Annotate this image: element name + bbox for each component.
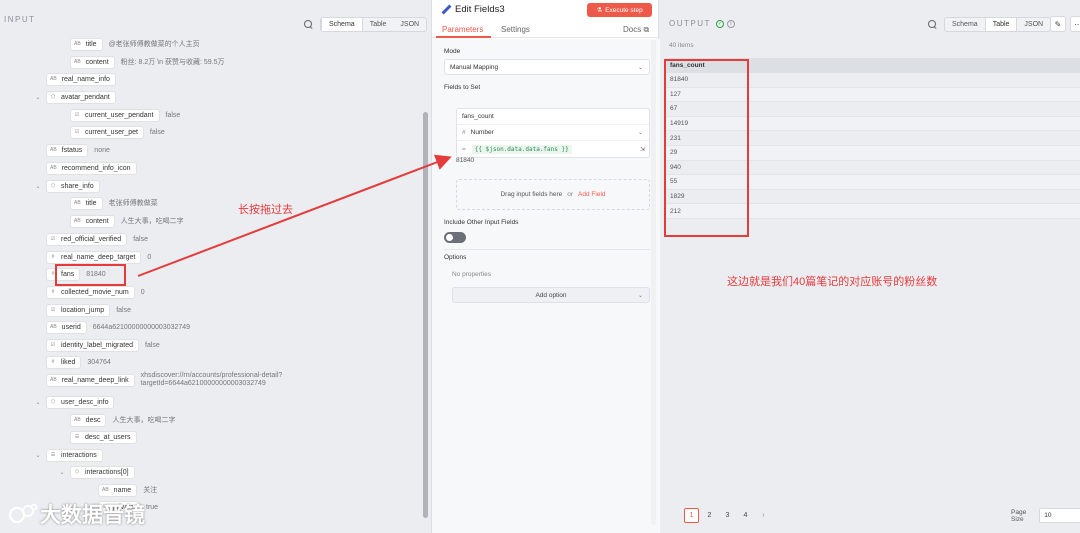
watermark: 大数据晋镜 <box>8 499 145 529</box>
drag-arrow <box>137 154 452 277</box>
arrow-line <box>137 154 452 277</box>
watermark-text: 大数据晋镜 <box>40 504 145 527</box>
watermark-logo-icon <box>8 503 38 524</box>
